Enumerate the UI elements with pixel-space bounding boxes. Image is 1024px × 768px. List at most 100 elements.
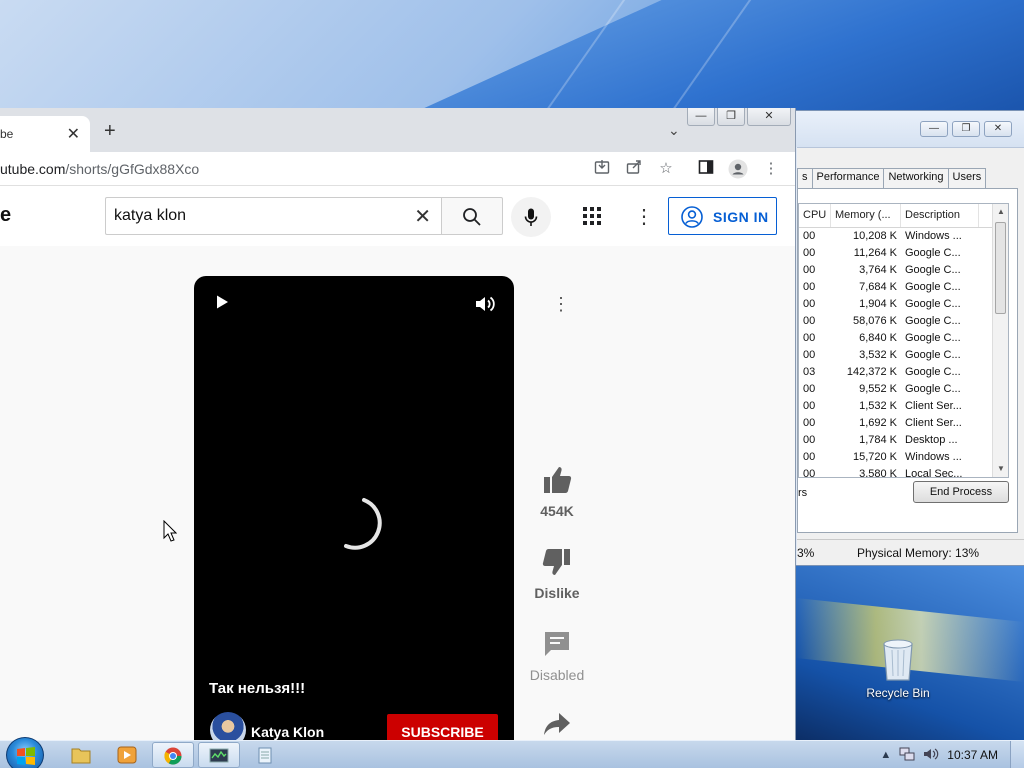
start-button[interactable] (6, 737, 44, 768)
side-panel-icon[interactable] (696, 159, 716, 179)
maximize-button[interactable]: ❐ (717, 108, 745, 126)
volume-tray-icon[interactable] (923, 747, 939, 764)
cell-memory: 7,684 K (859, 281, 897, 293)
task-manager-window[interactable]: — ❐ ✕ s Performance Networking Users CPU… (792, 110, 1024, 566)
share-icon[interactable] (624, 159, 644, 179)
profile-avatar-icon[interactable] (728, 159, 748, 179)
bookmark-star-icon[interactable]: ☆ (656, 159, 676, 179)
dislike-button[interactable]: Dislike (527, 548, 587, 601)
wallpaper-facet (420, 0, 1024, 110)
cell-cpu: 00 (803, 247, 816, 259)
table-row[interactable]: 00 6,840 K Google C... (799, 330, 1008, 347)
channel-name[interactable]: Katya Klon (251, 724, 324, 740)
install-app-icon[interactable] (592, 159, 612, 179)
volume-icon[interactable] (474, 294, 496, 319)
table-row[interactable]: 00 3,580 K Local Sec... (799, 466, 1008, 478)
youtube-logo[interactable]: e (0, 204, 11, 227)
table-row[interactable]: 00 15,720 K Windows ... (799, 449, 1008, 466)
thumbs-up-icon (544, 467, 572, 493)
network-icon[interactable] (899, 747, 915, 764)
search-button[interactable] (441, 197, 503, 235)
clock[interactable]: 10:37 AM (947, 748, 998, 762)
table-row[interactable]: 00 3,532 K Google C... (799, 347, 1008, 364)
table-row[interactable]: 00 7,684 K Google C... (799, 279, 1008, 296)
share-button[interactable] (527, 712, 587, 740)
comments-button[interactable]: Disabled (527, 630, 587, 683)
cell-description: Desktop ... (905, 434, 958, 446)
recycle-bin[interactable]: Recycle Bin (862, 636, 934, 700)
close-button[interactable]: ✕ (984, 121, 1012, 137)
table-row[interactable]: 00 11,264 K Google C... (799, 245, 1008, 262)
search-input[interactable]: katya klon ✕ (105, 197, 441, 235)
process-list[interactable]: CPU Memory (... Description 00 10,208 K Wi… (798, 203, 1009, 478)
sign-in-button[interactable]: SIGN IN (668, 197, 777, 235)
table-row[interactable]: 03 142,372 K Google C... (799, 364, 1008, 381)
end-process-button[interactable]: End Process (913, 481, 1009, 503)
address-bar[interactable]: utube.com/shorts/gGfGdx88Xco (0, 161, 199, 177)
windows-logo-icon (17, 747, 35, 765)
cell-memory: 15,720 K (852, 451, 897, 463)
tab-close-icon[interactable]: ✕ (67, 124, 80, 144)
tab-strip: be ✕ + ⌄ — ❐ ✕ (0, 108, 795, 152)
table-row[interactable]: 00 1,532 K Client Ser... (799, 398, 1008, 415)
table-row[interactable]: 00 10,208 K Windows ... (799, 228, 1008, 245)
video-more-options-icon[interactable]: ⋮ (552, 294, 570, 315)
new-tab-button[interactable]: + (104, 120, 116, 143)
subscribe-button[interactable]: SUBSCRIBE (387, 714, 498, 740)
taskbar-chrome[interactable] (152, 742, 194, 768)
show-processes-label: rs (798, 487, 808, 499)
processes-panel: CPU Memory (... Description 00 10,208 K Wi… (797, 188, 1018, 533)
column-cpu[interactable]: CPU (799, 204, 831, 227)
table-row[interactable]: 00 1,904 K Google C... (799, 296, 1008, 313)
taskbar-explorer[interactable] (60, 742, 102, 768)
minimize-button[interactable]: — (687, 108, 715, 126)
browser-tab[interactable]: be ✕ (0, 116, 90, 152)
like-button[interactable]: 454K (527, 466, 587, 519)
browser-window[interactable]: be ✕ + ⌄ — ❐ ✕ utube.com/shorts/gGfGdx88… (0, 108, 796, 740)
tab-search-chevron-icon[interactable]: ⌄ (668, 122, 680, 139)
settings-more-icon[interactable]: ⋮ (634, 204, 654, 229)
play-icon[interactable] (214, 294, 230, 315)
task-manager-titlebar[interactable]: — ❐ ✕ (793, 111, 1024, 147)
channel-avatar[interactable] (210, 712, 246, 740)
scroll-up-arrow-icon[interactable]: ▲ (993, 204, 1008, 220)
close-button[interactable]: ✕ (747, 108, 791, 126)
tab-users[interactable]: Users (947, 168, 987, 188)
column-description[interactable]: Description (901, 204, 979, 227)
tab-processes[interactable]: s (797, 168, 813, 188)
folder-icon (71, 748, 91, 764)
tab-networking[interactable]: Networking (883, 168, 949, 188)
cell-cpu: 00 (803, 315, 816, 327)
browser-menu-icon[interactable]: ⋮ (761, 159, 781, 179)
table-row[interactable]: 00 9,552 K Google C... (799, 381, 1008, 398)
cell-description: Client Ser... (905, 417, 962, 429)
tab-title: be (0, 127, 14, 141)
table-row[interactable]: 00 3,764 K Google C... (799, 262, 1008, 279)
taskbar-notepad[interactable] (244, 742, 286, 768)
table-row[interactable]: 00 1,692 K Client Ser... (799, 415, 1008, 432)
scrollbar-thumb[interactable] (995, 222, 1006, 314)
voice-search-button[interactable] (511, 197, 551, 237)
process-list-scrollbar[interactable]: ▲ ▼ (992, 204, 1008, 477)
cell-cpu: 00 (803, 349, 816, 361)
column-memory[interactable]: Memory (... (831, 204, 901, 227)
cell-cpu: 00 (803, 298, 816, 310)
maximize-button[interactable]: ❐ (952, 121, 980, 137)
like-count: 454K (540, 503, 574, 519)
cell-memory: 58,076 K (852, 315, 897, 327)
table-row[interactable]: 00 1,784 K Desktop ... (799, 432, 1008, 449)
taskbar-task-manager[interactable] (198, 742, 240, 768)
tab-performance[interactable]: Performance (811, 168, 885, 188)
apps-grid-icon[interactable] (582, 206, 602, 231)
cell-memory: 10,208 K (852, 230, 897, 242)
cell-cpu: 00 (803, 468, 816, 478)
shorts-video-player[interactable]: Так нельзя!!! Katya Klon SUBSCRIBE (194, 276, 514, 740)
minimize-button[interactable]: — (920, 121, 948, 137)
show-desktop-button[interactable] (1010, 741, 1024, 768)
table-row[interactable]: 00 58,076 K Google C... (799, 313, 1008, 330)
scroll-down-arrow-icon[interactable]: ▼ (993, 461, 1008, 477)
show-hidden-icons-icon[interactable]: ▲ (880, 749, 891, 761)
taskbar-media-player[interactable] (106, 742, 148, 768)
youtube-masthead: e katya klon ✕ ⋮ SIGN IN (0, 186, 795, 246)
clear-search-icon[interactable]: ✕ (414, 204, 431, 229)
